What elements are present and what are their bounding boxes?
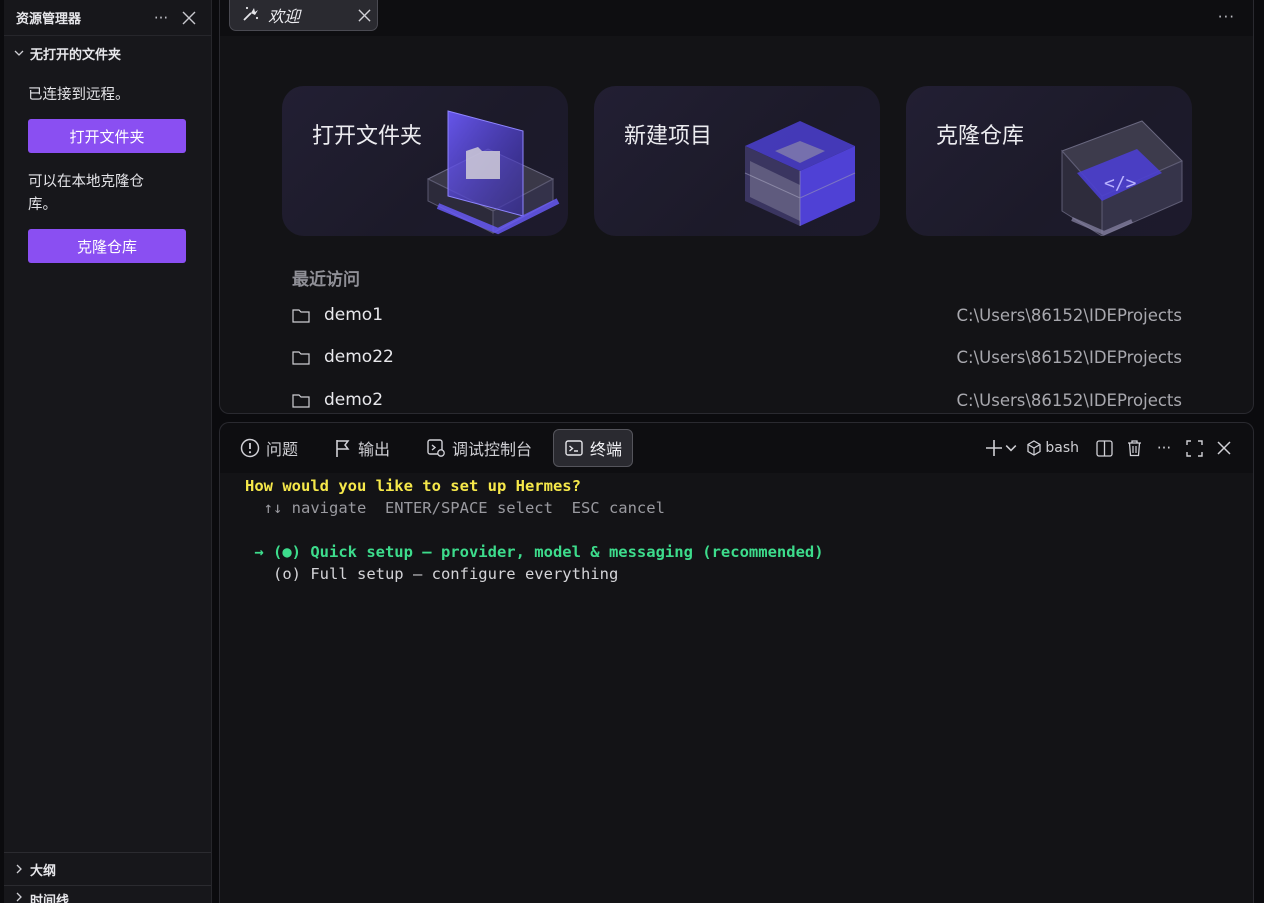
recent-name: demo2 <box>324 390 384 410</box>
recent-path: C:\Users\86152\IDEProjects <box>956 347 1183 367</box>
explorer-title: 资源管理器 <box>16 12 82 27</box>
clone-repo-button[interactable]: 克隆仓库 <box>28 229 186 263</box>
remote-status-text: 已连接到远程。 <box>28 87 130 103</box>
shell-icon <box>1027 440 1042 456</box>
recent-path: C:\Users\86152\IDEProjects <box>956 305 1183 325</box>
no-folder-section[interactable]: 无打开的文件夹 <box>4 36 211 70</box>
folder-art-icon <box>426 110 560 235</box>
chevron-right-icon <box>12 862 26 876</box>
plus-icon <box>986 440 1003 456</box>
ide-window: 资源管理器 ··· 无打开的文件夹 已连接到远程。 打开文件夹 可以在本地克隆仓… <box>0 0 1264 903</box>
recent-title: 最近访问 <box>292 270 360 290</box>
new-project-card[interactable]: 新建项目 <box>594 86 880 236</box>
split-icon <box>1095 439 1113 457</box>
terminal-option-selected: → (●) Quick setup — provider, model & me… <box>245 543 824 561</box>
explorer-header: 资源管理器 ··· <box>4 0 211 36</box>
ellipsis-icon[interactable]: ··· <box>1218 8 1235 26</box>
folder-icon <box>292 391 314 409</box>
outline-section[interactable]: 大纲 <box>4 852 211 885</box>
tab-problems[interactable]: 问题 <box>230 429 308 467</box>
open-folder-button[interactable]: 打开文件夹 <box>28 119 186 153</box>
flag-icon <box>336 440 350 457</box>
bottom-panel: 问题 输出 调试控制台 终端 bash ··· How would you li… <box>219 422 1254 903</box>
terminal-line: ↑↓ navigate ENTER/SPACE select ESC cance… <box>245 499 665 517</box>
chevron-right-icon <box>12 890 26 903</box>
timeline-label: 时间线 <box>30 894 70 903</box>
repo-art-icon: </> <box>1061 120 1183 236</box>
chevron-down-icon <box>1006 445 1017 452</box>
outline-label: 大纲 <box>30 863 57 879</box>
split-terminal-button[interactable] <box>1089 435 1119 461</box>
trash-icon <box>1127 440 1141 457</box>
chevron-down-icon <box>12 46 26 60</box>
ellipsis-icon[interactable]: ··· <box>147 6 175 30</box>
terminal-line: How would you like to set up Hermes? <box>245 477 581 495</box>
close-icon[interactable] <box>351 8 377 22</box>
tab-label: 输出 <box>358 440 391 459</box>
editor-area: 欢迎 ··· 打开文件夹 新建项目 克隆仓库 </> 最近访问 demo1 C:… <box>219 0 1254 414</box>
tab-output[interactable]: 输出 <box>324 429 400 467</box>
recent-path: C:\Users\86152\IDEProjects <box>956 390 1183 410</box>
close-icon[interactable] <box>175 6 203 30</box>
sidebar-bottom-sections: 大纲 时间线 <box>4 852 211 903</box>
timeline-section[interactable]: 时间线 <box>4 885 211 903</box>
close-icon[interactable] <box>1209 435 1239 461</box>
recent-name: demo1 <box>324 305 384 325</box>
clone-hint-text: 可以在本地克隆仓库。 <box>28 174 144 213</box>
terminal-option: (o) Full setup — configure everything <box>245 565 619 583</box>
tab-debug-console[interactable]: 调试控制台 <box>416 429 542 467</box>
svg-text:</>: </> <box>1104 173 1137 194</box>
ellipsis-icon[interactable]: ··· <box>1149 435 1179 461</box>
shell-label: bash <box>1045 440 1079 456</box>
tab-label: 调试控制台 <box>452 440 533 459</box>
card-title: 新建项目 <box>624 124 713 149</box>
editor-tabbar: 欢迎 ··· <box>220 0 1253 36</box>
section-title: 无打开的文件夹 <box>30 47 122 63</box>
card-title: 克隆仓库 <box>936 124 1025 149</box>
recent-item[interactable]: demo22 C:\Users\86152\IDEProjects <box>292 344 1182 370</box>
open-folder-card[interactable]: 打开文件夹 <box>282 86 568 236</box>
tab-label: 终端 <box>590 440 623 459</box>
welcome-cards: 打开文件夹 新建项目 克隆仓库 </> <box>282 86 1192 236</box>
welcome-icon <box>242 4 260 26</box>
kill-terminal-button[interactable] <box>1119 435 1149 461</box>
recent-name: demo22 <box>324 347 394 367</box>
panel-tabbar: 问题 输出 调试控制台 终端 bash ··· <box>220 423 1253 473</box>
folder-icon <box>292 348 314 366</box>
explorer-sidebar: 资源管理器 ··· 无打开的文件夹 已连接到远程。 打开文件夹 可以在本地克隆仓… <box>4 0 212 903</box>
terminal-icon <box>565 440 583 456</box>
alert-circle-icon <box>240 438 260 458</box>
recent-item[interactable]: demo1 C:\Users\86152\IDEProjects <box>292 302 1182 328</box>
debug-console-icon <box>427 439 445 457</box>
explorer-body: 已连接到远程。 打开文件夹 可以在本地克隆仓库。 克隆仓库 <box>4 70 211 263</box>
recent-item[interactable]: demo2 C:\Users\86152\IDEProjects <box>292 387 1182 413</box>
folder-icon <box>292 306 314 324</box>
tab-welcome[interactable]: 欢迎 <box>229 0 378 31</box>
tab-label: 问题 <box>266 440 299 459</box>
panel-actions: bash ··· <box>985 435 1239 461</box>
card-title: 打开文件夹 <box>312 124 423 149</box>
shell-selector[interactable]: bash <box>1027 435 1079 461</box>
new-terminal-button[interactable] <box>985 435 1017 461</box>
tab-label: 欢迎 <box>268 7 301 26</box>
terminal-output[interactable]: How would you like to set up Hermes? ↑↓ … <box>245 475 1243 585</box>
clone-repo-card[interactable]: 克隆仓库 </> <box>906 86 1192 236</box>
cube-art-icon <box>744 121 856 226</box>
tab-terminal[interactable]: 终端 <box>553 429 634 467</box>
maximize-icon[interactable] <box>1179 435 1209 461</box>
